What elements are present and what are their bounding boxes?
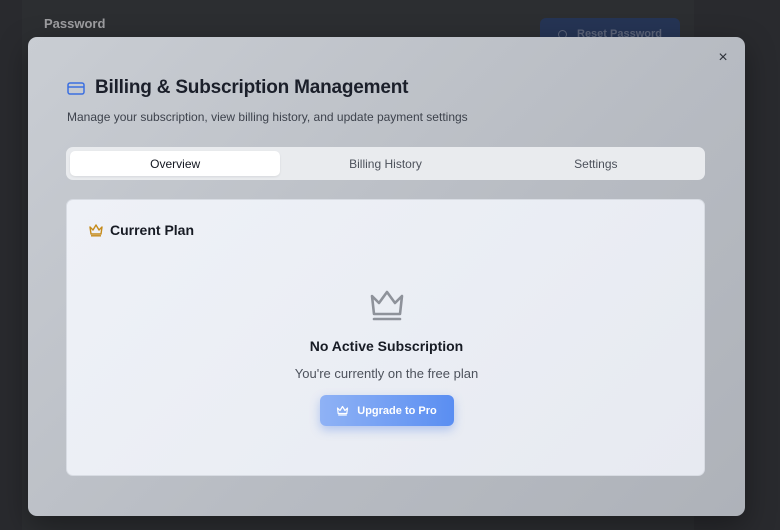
crown-icon — [89, 224, 103, 237]
empty-state-subtitle: You're currently on the free plan — [294, 366, 479, 381]
tab-settings[interactable]: Settings — [491, 151, 701, 176]
tab-bar: Overview Billing History Settings — [66, 147, 705, 180]
current-plan-card: Current Plan No Active Subscription You'… — [66, 199, 705, 476]
empty-state-title: No Active Subscription — [309, 338, 464, 354]
current-plan-header: Current Plan — [88, 222, 194, 238]
modal-title: Billing & Subscription Management — [95, 77, 409, 98]
crown-icon — [370, 290, 403, 321]
tab-overview[interactable]: Overview — [70, 151, 281, 176]
billing-modal: × Billing & Subscription Management Mana… — [28, 37, 745, 516]
modal-header: Billing & Subscription Management Manage… — [67, 77, 468, 124]
modal-subtitle: Manage your subscription, view billing h… — [67, 110, 468, 124]
crown-icon — [337, 405, 349, 416]
upgrade-to-pro-button[interactable]: Upgrade to Pro — [319, 395, 454, 426]
current-plan-title: Current Plan — [110, 222, 195, 238]
empty-state: No Active Subscription You're currently … — [67, 288, 706, 426]
close-icon[interactable]: × — [715, 50, 731, 66]
upgrade-button-label: Upgrade to Pro — [357, 404, 437, 417]
credit-card-icon — [67, 81, 85, 95]
tab-billing-history[interactable]: Billing History — [280, 151, 490, 176]
